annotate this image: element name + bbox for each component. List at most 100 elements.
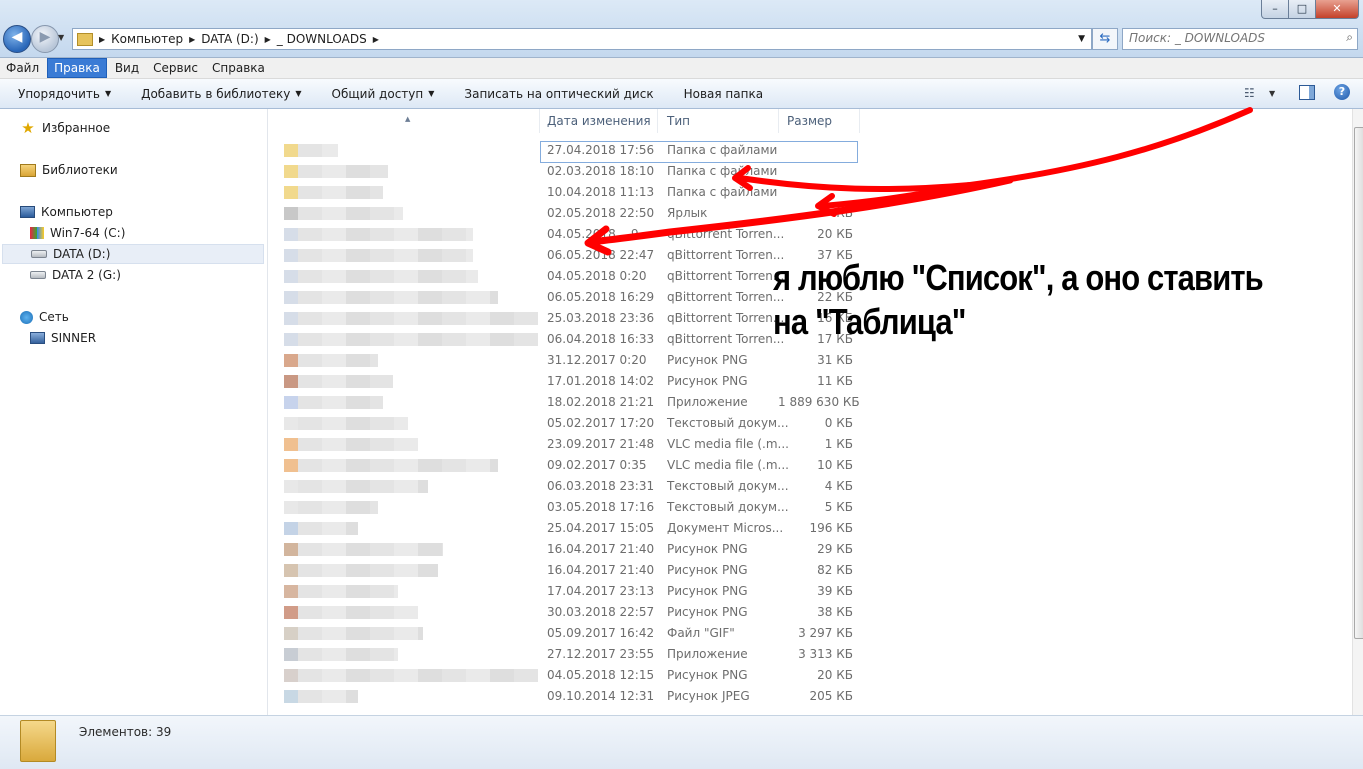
menu-view[interactable]: Вид (109, 59, 145, 77)
nav-drive-d[interactable]: DATA (D:) (2, 244, 264, 264)
preview-pane-button[interactable] (1299, 85, 1315, 100)
table-row[interactable]: 09.02.2017 0:35 VLC media file (.m... 10 К… (268, 455, 868, 476)
table-row[interactable]: 27.12.2017 23:55 Приложение 3 313 КБ (268, 644, 868, 665)
file-date: 27.12.2017 23:55 (547, 647, 655, 661)
table-row[interactable]: 27.04.2018 17:56 Папка с файлами (268, 140, 868, 161)
table-row[interactable]: 31.12.2017 0:20 Рисунок PNG 31 КБ (268, 350, 868, 371)
library-icon (20, 163, 36, 177)
file-size: 0 КБ (824, 416, 853, 430)
minimize-button[interactable]: – (1261, 0, 1289, 19)
column-header-type[interactable]: Тип (659, 109, 779, 133)
file-icon (284, 165, 298, 178)
file-size: 205 КБ (809, 689, 853, 703)
table-row[interactable]: 18.02.2018 21:21 Приложение 1 889 630 КБ (268, 392, 868, 413)
back-arrow-icon: ◀ (11, 29, 23, 45)
file-name-blurred (298, 165, 388, 178)
file-type: Рисунок PNG (667, 668, 748, 682)
table-row[interactable]: 03.05.2018 17:16 Текстовый докум... 5 КБ (268, 497, 868, 518)
organize-button[interactable]: Упорядочить ▼ (18, 87, 111, 101)
breadcrumb-downloads[interactable]: _ DOWNLOADS (277, 32, 367, 46)
nav-drive-c[interactable]: Win7-64 (C:) (30, 223, 125, 243)
forward-button[interactable]: ▶ (31, 25, 59, 53)
file-date: 25.03.2018 23:36 (547, 311, 655, 325)
file-icon (284, 228, 298, 241)
breadcrumb-separator-icon[interactable]: ▶ (99, 35, 105, 44)
share-button[interactable]: Общий доступ ▼ (332, 87, 435, 101)
view-dropdown-icon[interactable]: ▼ (1269, 89, 1275, 98)
annotation-text: я люблю "Список", а оно ставить на "Табл… (773, 256, 1264, 344)
burn-button[interactable]: Записать на оптический диск (464, 87, 653, 101)
file-name-blurred (298, 606, 418, 619)
file-date: 23.09.2017 21:48 (547, 437, 655, 451)
refresh-button[interactable]: ⇆ (1092, 28, 1118, 50)
nav-network-pc[interactable]: SINNER (30, 328, 96, 348)
menu-help[interactable]: Справка (206, 59, 271, 77)
file-name-blurred (298, 144, 338, 157)
file-icon (284, 312, 298, 325)
table-row[interactable]: 06.03.2018 23:31 Текстовый докум... 4 КБ (268, 476, 868, 497)
table-row[interactable]: 02.03.2018 18:10 Папка с файлами (268, 161, 868, 182)
table-row[interactable]: 16.04.2017 21:40 Рисунок PNG 29 КБ (268, 539, 868, 560)
nav-network[interactable]: Сеть (20, 307, 69, 327)
table-row[interactable]: 30.03.2018 22:57 Рисунок PNG 38 КБ (268, 602, 868, 623)
file-date: 16.04.2017 21:40 (547, 542, 655, 556)
column-header-date-label: Дата изменения (547, 114, 651, 128)
file-icon (284, 438, 298, 451)
maximize-button[interactable]: □ (1288, 0, 1316, 19)
file-name-blurred (298, 501, 378, 514)
column-header-name[interactable]: ▲ (268, 109, 540, 133)
table-row[interactable]: 02.05.2018 22:50 Ярлык КБ (268, 203, 868, 224)
table-row[interactable]: 04.05.2018 ...9 qBittorrent Torren... 20 К… (268, 224, 868, 245)
help-button[interactable]: ? (1334, 84, 1350, 100)
folder-icon (77, 32, 93, 46)
recent-pages-dropdown[interactable]: ▼ (58, 33, 64, 42)
search-input[interactable] (1123, 29, 1345, 47)
table-row[interactable]: 09.10.2014 12:31 Рисунок JPEG 205 КБ (268, 686, 868, 707)
table-row[interactable]: 04.05.2018 12:15 Рисунок PNG 20 КБ (268, 665, 868, 686)
close-button[interactable]: ✕ (1315, 0, 1359, 19)
table-row[interactable]: 17.01.2018 14:02 Рисунок PNG 11 КБ (268, 371, 868, 392)
menu-file[interactable]: Файл (0, 59, 45, 77)
back-button[interactable]: ◀ (3, 25, 31, 53)
table-row[interactable]: 16.04.2017 21:40 Рисунок PNG 82 КБ (268, 560, 868, 581)
table-row[interactable]: 23.09.2017 21:48 VLC media file (.m... 1 К… (268, 434, 868, 455)
nav-computer[interactable]: Компьютер (20, 202, 113, 222)
nav-favorites[interactable]: ★ Избранное (20, 118, 110, 138)
menu-edit[interactable]: Правка (47, 58, 107, 78)
breadcrumb-separator-icon[interactable]: ▶ (265, 35, 271, 44)
file-type: Рисунок PNG (667, 374, 748, 388)
file-type: Папка с файлами (667, 185, 778, 199)
nav-drive-g[interactable]: DATA 2 (G:) (30, 265, 121, 285)
file-date: 06.03.2018 23:31 (547, 479, 655, 493)
column-header-date[interactable]: Дата изменения (540, 109, 658, 133)
table-row[interactable]: 05.02.2017 17:20 Текстовый докум... 0 КБ (268, 413, 868, 434)
file-type: qBittorrent Torren... (667, 248, 785, 262)
nav-libraries[interactable]: Библиотеки (20, 160, 118, 180)
breadcrumb-data-d[interactable]: DATA (D:) (201, 32, 258, 46)
file-type: Рисунок PNG (667, 563, 748, 577)
file-list[interactable]: ▲ Дата изменения Тип Размер 27.04.2018 1… (268, 109, 1352, 715)
vertical-scrollbar[interactable] (1352, 109, 1363, 715)
new-folder-button[interactable]: Новая папка (684, 87, 763, 101)
breadcrumb-computer[interactable]: Компьютер (111, 32, 183, 46)
table-row[interactable]: 17.04.2017 23:13 Рисунок PNG 39 КБ (268, 581, 868, 602)
add-to-library-button[interactable]: Добавить в библиотеку ▼ (141, 87, 301, 101)
address-bar[interactable]: ▶ Компьютер ▶ DATA (D:) ▶ _ DOWNLOADS ▶ … (72, 28, 1092, 50)
file-name-blurred (298, 396, 383, 409)
table-row[interactable]: 05.09.2017 16:42 Файл "GIF" 3 297 КБ (268, 623, 868, 644)
menu-tools[interactable]: Сервис (147, 59, 204, 77)
search-box[interactable]: ⌕ (1122, 28, 1358, 50)
computer-icon (20, 206, 35, 218)
address-dropdown-icon[interactable]: ▼ (1078, 34, 1085, 44)
view-options-icon[interactable]: ☷ (1244, 86, 1255, 100)
table-row[interactable]: 10.04.2018 11:13 Папка с файлами (268, 182, 868, 203)
file-date: 09.02.2017 0:35 (547, 458, 647, 472)
table-row[interactable]: 25.04.2017 15:05 Документ Micros... 196 КБ (268, 518, 868, 539)
scrollbar-thumb[interactable] (1354, 127, 1363, 639)
search-icon[interactable]: ⌕ (1346, 30, 1353, 45)
file-name-blurred (298, 375, 393, 388)
breadcrumb-separator-icon[interactable]: ▶ (189, 35, 195, 44)
breadcrumb-separator-icon[interactable]: ▶ (373, 35, 379, 44)
column-header-size[interactable]: Размер (780, 109, 860, 133)
file-name-blurred (298, 543, 443, 556)
